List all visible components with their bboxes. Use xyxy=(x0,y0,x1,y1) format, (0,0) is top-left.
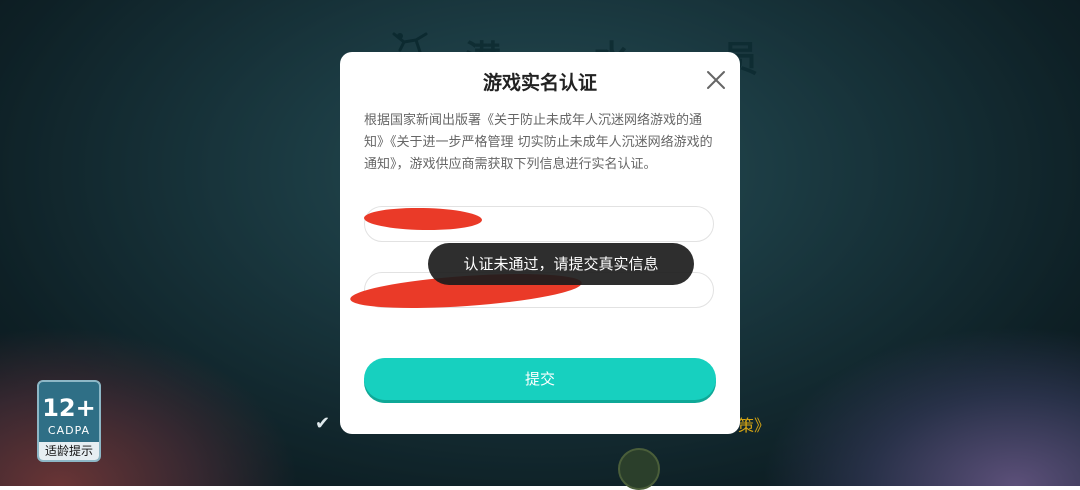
age-rating-value: 12+ xyxy=(42,394,96,422)
age-rating-org: CADPA xyxy=(47,424,91,437)
background-button xyxy=(618,448,660,490)
auth-notice-text: 根据国家新闻出版署《关于防止未成年人沉迷网络游戏的通知》《关于进一步严格管理 切… xyxy=(364,113,713,172)
age-rating-badge[interactable]: 12+ CADPA 适龄提示 xyxy=(37,380,101,462)
coral-reef-right xyxy=(760,326,1080,486)
submit-button[interactable]: 提交 xyxy=(364,358,716,400)
error-toast: 认证未通过，请提交真实信息 xyxy=(428,243,694,285)
close-icon[interactable] xyxy=(706,70,726,90)
agreement-link[interactable]: 策》 xyxy=(738,412,770,436)
age-rating-tip: 适龄提示 xyxy=(39,442,99,460)
dialog-title: 游戏实名认证 xyxy=(482,72,597,94)
agreement-checkbox[interactable]: ✔ xyxy=(315,413,330,434)
